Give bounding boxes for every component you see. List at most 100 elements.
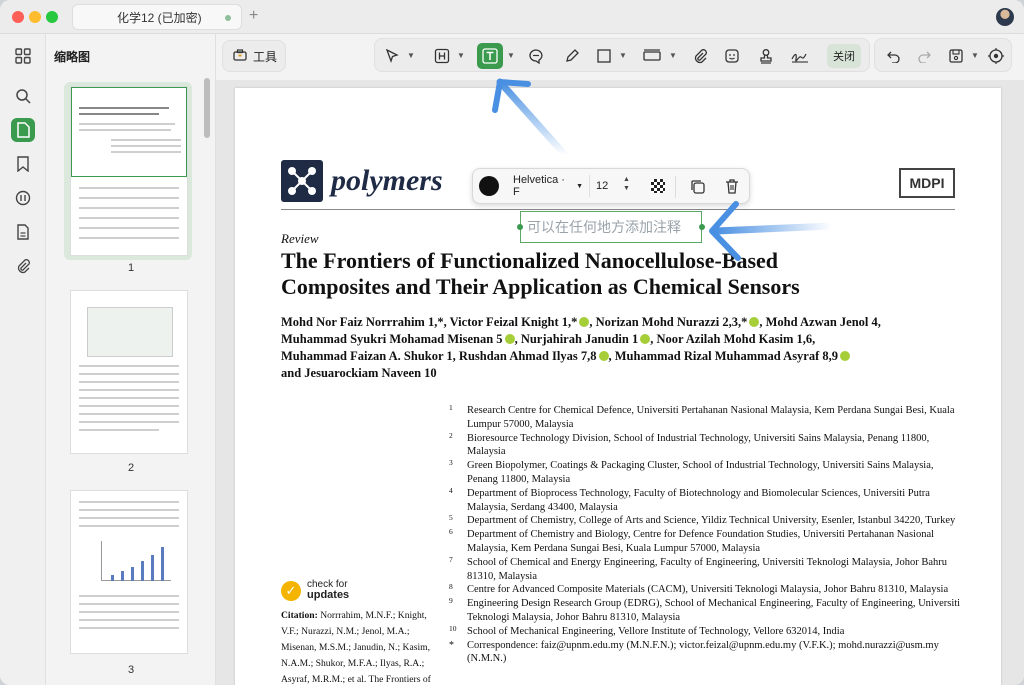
document-tab[interactable]: 化学12 (已加密) <box>72 4 242 30</box>
ai-assistant-icon[interactable] <box>985 45 1007 67</box>
publisher-logo: MDPI <box>899 168 955 198</box>
copy-icon[interactable] <box>689 178 707 196</box>
search-icon[interactable] <box>11 84 35 108</box>
chevron-down-icon[interactable]: ▼ <box>669 51 677 60</box>
chevron-down-icon[interactable]: ▼ <box>971 51 979 60</box>
thumbnail-page-2[interactable] <box>70 290 188 454</box>
orcid-icon[interactable] <box>598 351 609 361</box>
chevron-down-icon: ▼ <box>576 182 583 190</box>
maximize-window-button[interactable] <box>46 11 58 23</box>
undo-icon[interactable] <box>883 45 905 67</box>
affiliation-item: 1 Research Centre for Chemical Defence, U… <box>445 403 965 432</box>
paperclip-icon[interactable] <box>689 45 711 67</box>
chevron-down-icon[interactable]: ▼ <box>619 51 627 60</box>
minimize-window-button[interactable] <box>29 11 41 23</box>
thumbnails-icon[interactable] <box>11 118 35 142</box>
affiliation-text: Department of Bioprocess Technology, Fac… <box>467 487 930 513</box>
affiliation-text: School of Chemical and Energy Engineerin… <box>467 556 948 582</box>
toolbox-icon <box>233 48 247 64</box>
orcid-icon[interactable] <box>640 334 651 344</box>
thumbnail-page-3[interactable] <box>70 490 188 654</box>
article-title-line: Composites and Their Application as Chem… <box>281 274 800 299</box>
tab-status-dot <box>225 15 231 21</box>
affiliation-text: Centre for Advanced Composite Materials … <box>467 584 949 596</box>
title-bar: 化学12 (已加密) + <box>0 0 1024 34</box>
stamp-icon[interactable] <box>755 45 777 67</box>
orcid-icon[interactable] <box>749 317 760 327</box>
measure-icon[interactable] <box>641 45 663 67</box>
bookmark-icon[interactable] <box>11 152 35 176</box>
trash-icon[interactable] <box>723 177 741 195</box>
attachment-icon[interactable] <box>11 254 35 278</box>
thumbnail-page-number: 3 <box>127 664 135 676</box>
comments-icon[interactable] <box>11 186 35 210</box>
text-annotation-box[interactable]: 可以在任何地方添加注释 <box>517 211 705 243</box>
save-icon[interactable] <box>945 45 967 67</box>
text-color-swatch[interactable] <box>479 176 499 196</box>
orcid-icon[interactable] <box>579 317 590 327</box>
affiliation-number: 6 <box>449 527 453 537</box>
affiliation-item: * Correspondence: faiz@upnm.edu.my (M.N.F… <box>445 639 965 667</box>
check-updates-line: updates <box>307 589 350 601</box>
check-for-updates-badge[interactable]: ✓ check for updates <box>281 580 349 601</box>
signature-icon[interactable] <box>789 45 811 67</box>
chevron-down-icon[interactable]: ▼ <box>457 51 465 60</box>
rectangle-icon[interactable] <box>593 45 615 67</box>
affiliation-number: 7 <box>449 554 453 564</box>
affiliation-item: 10 School of Mechanical Engineering, Vell… <box>445 623 965 639</box>
orcid-icon[interactable] <box>840 351 851 361</box>
author-list: Mohd Nor Faiz Norrrahim 1,*, Victor Feiz… <box>281 314 951 382</box>
document-icon[interactable] <box>11 220 35 244</box>
affiliation-text: Engineering Design Research Group (EDRG)… <box>467 598 961 623</box>
font-family-value: Helvetica · F <box>513 174 565 198</box>
user-avatar[interactable] <box>996 8 1014 26</box>
author-text: , Norizan Mohd Nurazzi 2,3,* <box>589 315 748 329</box>
affiliation-number: 3 <box>449 458 453 468</box>
new-tab-button[interactable]: + <box>249 7 258 25</box>
app-window: 化学12 (已加密) + 缩略图 1 2 3 工具 ▼ ▼ ▼ ▼ ▼ 关闭 ▼… <box>0 0 1024 685</box>
thumbnail-scrollbar[interactable] <box>204 78 210 138</box>
polymers-logo-icon <box>281 160 323 202</box>
citation-block: Citation: Norrrahim, M.N.F.; Knight, V.F… <box>281 608 437 685</box>
opacity-icon[interactable] <box>651 179 665 193</box>
author-text: Mohd Nor Faiz Norrrahim 1,*, Victor Feiz… <box>281 315 578 329</box>
sticker-icon[interactable] <box>721 45 743 67</box>
affiliation-item: 7 School of Chemical and Energy Engineeri… <box>445 554 965 584</box>
check-updates-label: check for updates <box>307 580 349 601</box>
author-text: , Muhammad Rizal Muhammad Asyraf 8,9 <box>608 349 839 363</box>
article-type: Review <box>281 231 319 246</box>
author-text: Muhammad Syukri Mohamad Misenan 5 <box>281 332 503 346</box>
affiliation-number: 10 <box>449 623 457 633</box>
select-cursor-icon[interactable] <box>381 45 403 67</box>
text-tool-icon[interactable] <box>477 43 503 69</box>
redo-icon[interactable] <box>913 45 935 67</box>
chevron-down-icon[interactable]: ▼ <box>507 51 515 60</box>
citation-text: Norrrahim, M.N.F.; Knight, V.F.; Nurazzi… <box>281 610 431 685</box>
close-tools-button[interactable]: 关闭 <box>827 44 861 68</box>
affiliation-number: 9 <box>449 596 453 606</box>
close-window-button[interactable] <box>12 11 24 23</box>
thumbnail-panel: 缩略图 1 2 3 <box>46 34 216 685</box>
affiliation-text: Bioresource Technology Division, School … <box>467 432 930 458</box>
orcid-icon[interactable] <box>504 334 515 344</box>
highlight-box-icon[interactable] <box>431 45 453 67</box>
font-family-select[interactable]: Helvetica · F ▼ <box>509 174 583 198</box>
tools-button[interactable]: 工具 <box>222 40 286 72</box>
affiliation-number: 5 <box>449 513 453 523</box>
resize-handle-right[interactable] <box>699 224 705 230</box>
affiliation-text: Research Centre for Chemical Defence, Un… <box>467 405 955 430</box>
header-divider <box>281 209 955 210</box>
tools-label: 工具 <box>253 49 278 64</box>
author-text: and Jesuarockiam Naveen 10 <box>281 366 437 380</box>
grid-view-icon[interactable] <box>11 44 35 68</box>
pencil-icon[interactable] <box>561 45 583 67</box>
affiliation-item: 5 Department of Chemistry, College of Art… <box>445 513 965 528</box>
affiliation-number: 8 <box>449 582 453 592</box>
chevron-down-icon[interactable]: ▼ <box>407 51 415 60</box>
resize-handle-left[interactable] <box>517 224 523 230</box>
checkmark-icon: ✓ <box>281 580 301 601</box>
font-size-stepper[interactable]: ▲ ▼ <box>623 175 630 193</box>
thumbnail-page-1[interactable] <box>70 86 188 256</box>
affiliation-item: 6 Department of Chemistry and Biology, Ce… <box>445 527 965 556</box>
comment-bubble-icon[interactable] <box>525 45 547 67</box>
